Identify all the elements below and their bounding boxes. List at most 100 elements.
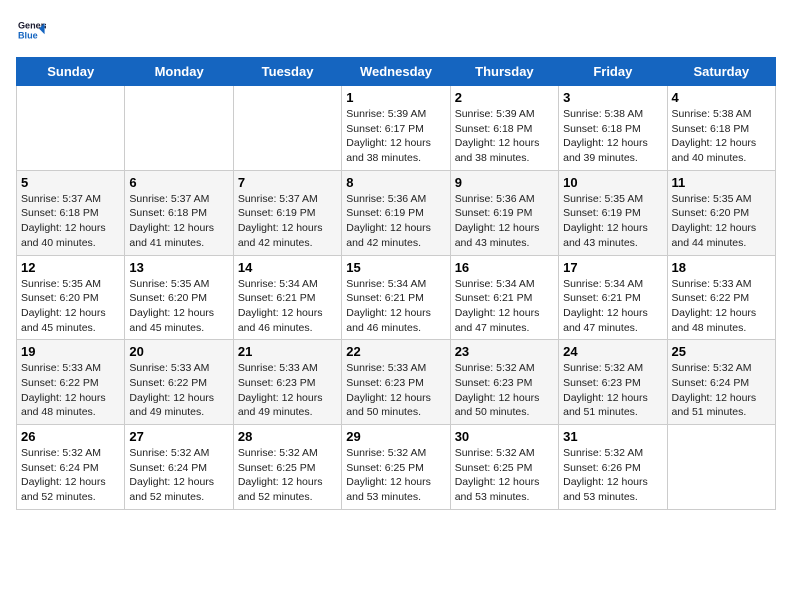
calendar-table: SundayMondayTuesdayWednesdayThursdayFrid… [16, 57, 776, 510]
day-number: 3 [563, 90, 662, 105]
calendar-cell: 31 Sunrise: 5:32 AM Sunset: 6:26 PM Dayli… [559, 425, 667, 510]
calendar-cell: 15 Sunrise: 5:34 AM Sunset: 6:21 PM Dayli… [342, 255, 450, 340]
day-content: Sunrise: 5:33 AM Sunset: 6:23 PM Dayligh… [238, 361, 337, 420]
day-content: Sunrise: 5:39 AM Sunset: 6:17 PM Dayligh… [346, 107, 445, 166]
calendar-cell: 28Sunrise: 5:32 AM Sunset: 6:25 PM Dayli… [233, 425, 341, 510]
day-number: 17 [563, 260, 662, 275]
day-number: 6 [129, 175, 228, 190]
day-content: Sunrise: 5:32 AM Sunset: 6:23 PM Dayligh… [563, 361, 662, 420]
calendar-cell: 12 Sunrise: 5:35 AM Sunset: 6:20 PM Dayli… [17, 255, 125, 340]
calendar-week-row: 5 Sunrise: 5:37 AM Sunset: 6:18 PM Daylig… [17, 170, 776, 255]
day-number: 4 [672, 90, 771, 105]
day-number: 1 [346, 90, 445, 105]
day-content: Sunrise: 5:32 AM Sunset: 6:25 PM Dayligh… [238, 446, 337, 505]
calendar-header-tuesday: Tuesday [233, 58, 341, 86]
day-number: 25 [672, 344, 771, 359]
calendar-cell: 14 Sunrise: 5:34 AM Sunset: 6:21 PM Dayli… [233, 255, 341, 340]
day-content: Sunrise: 5:34 AM Sunset: 6:21 PM Dayligh… [455, 277, 554, 336]
calendar-cell: 9Sunrise: 5:36 AM Sunset: 6:19 PM Daylig… [450, 170, 558, 255]
day-content: Sunrise: 5:39 AM Sunset: 6:18 PM Dayligh… [455, 107, 554, 166]
day-content: Sunrise: 5:32 AM Sunset: 6:23 PM Dayligh… [455, 361, 554, 420]
calendar-week-row: 19 Sunrise: 5:33 AM Sunset: 6:22 PM Dayli… [17, 340, 776, 425]
day-number: 14 [238, 260, 337, 275]
calendar-header-sunday: Sunday [17, 58, 125, 86]
calendar-cell: 5 Sunrise: 5:37 AM Sunset: 6:18 PM Daylig… [17, 170, 125, 255]
logo: General Blue [16, 16, 46, 49]
calendar-header-saturday: Saturday [667, 58, 775, 86]
day-number: 20 [129, 344, 228, 359]
day-number: 9 [455, 175, 554, 190]
day-content: Sunrise: 5:34 AM Sunset: 6:21 PM Dayligh… [238, 277, 337, 336]
day-number: 5 [21, 175, 120, 190]
day-number: 12 [21, 260, 120, 275]
day-number: 23 [455, 344, 554, 359]
calendar-cell: 16 Sunrise: 5:34 AM Sunset: 6:21 PM Dayli… [450, 255, 558, 340]
calendar-cell: 27Sunrise: 5:32 AM Sunset: 6:24 PM Dayli… [125, 425, 233, 510]
day-number: 16 [455, 260, 554, 275]
calendar-header-row: SundayMondayTuesdayWednesdayThursdayFrid… [17, 58, 776, 86]
day-number: 24 [563, 344, 662, 359]
day-content: Sunrise: 5:32 AM Sunset: 6:24 PM Dayligh… [672, 361, 771, 420]
calendar-cell: 30 Sunrise: 5:32 AM Sunset: 6:25 PM Dayli… [450, 425, 558, 510]
calendar-cell: 11 Sunrise: 5:35 AM Sunset: 6:20 PM Dayli… [667, 170, 775, 255]
general-blue-logo-icon: General Blue [18, 16, 46, 44]
calendar-cell: 21 Sunrise: 5:33 AM Sunset: 6:23 PM Dayli… [233, 340, 341, 425]
calendar-week-row: 1 Sunrise: 5:39 AM Sunset: 6:17 PM Daylig… [17, 86, 776, 171]
day-number: 19 [21, 344, 120, 359]
day-content: Sunrise: 5:32 AM Sunset: 6:25 PM Dayligh… [346, 446, 445, 505]
calendar-week-row: 26 Sunrise: 5:32 AM Sunset: 6:24 PM Dayli… [17, 425, 776, 510]
calendar-cell [667, 425, 775, 510]
calendar-cell: 25 Sunrise: 5:32 AM Sunset: 6:24 PM Dayli… [667, 340, 775, 425]
calendar-cell: 26 Sunrise: 5:32 AM Sunset: 6:24 PM Dayli… [17, 425, 125, 510]
day-number: 8 [346, 175, 445, 190]
day-number: 11 [672, 175, 771, 190]
day-number: 10 [563, 175, 662, 190]
calendar-cell: 6 Sunrise: 5:37 AM Sunset: 6:18 PM Daylig… [125, 170, 233, 255]
day-number: 15 [346, 260, 445, 275]
day-number: 22 [346, 344, 445, 359]
day-number: 21 [238, 344, 337, 359]
calendar-cell: 8 Sunrise: 5:36 AM Sunset: 6:19 PM Daylig… [342, 170, 450, 255]
calendar-cell [125, 86, 233, 171]
svg-text:Blue: Blue [18, 30, 38, 40]
calendar-cell: 3 Sunrise: 5:38 AM Sunset: 6:18 PM Daylig… [559, 86, 667, 171]
calendar-cell: 24 Sunrise: 5:32 AM Sunset: 6:23 PM Dayli… [559, 340, 667, 425]
calendar-cell: 13Sunrise: 5:35 AM Sunset: 6:20 PM Dayli… [125, 255, 233, 340]
calendar-cell: 18Sunrise: 5:33 AM Sunset: 6:22 PM Dayli… [667, 255, 775, 340]
day-content: Sunrise: 5:38 AM Sunset: 6:18 PM Dayligh… [563, 107, 662, 166]
calendar-cell: 20 Sunrise: 5:33 AM Sunset: 6:22 PM Dayli… [125, 340, 233, 425]
day-content: Sunrise: 5:35 AM Sunset: 6:20 PM Dayligh… [21, 277, 120, 336]
header: General Blue [16, 16, 776, 49]
day-content: Sunrise: 5:32 AM Sunset: 6:26 PM Dayligh… [563, 446, 662, 505]
calendar-cell: 22Sunrise: 5:33 AM Sunset: 6:23 PM Dayli… [342, 340, 450, 425]
day-content: Sunrise: 5:35 AM Sunset: 6:20 PM Dayligh… [672, 192, 771, 251]
day-content: Sunrise: 5:33 AM Sunset: 6:22 PM Dayligh… [21, 361, 120, 420]
day-content: Sunrise: 5:37 AM Sunset: 6:19 PM Dayligh… [238, 192, 337, 251]
day-number: 7 [238, 175, 337, 190]
calendar-cell: 10 Sunrise: 5:35 AM Sunset: 6:19 PM Dayli… [559, 170, 667, 255]
day-content: Sunrise: 5:36 AM Sunset: 6:19 PM Dayligh… [346, 192, 445, 251]
day-content: Sunrise: 5:32 AM Sunset: 6:24 PM Dayligh… [129, 446, 228, 505]
calendar-header-friday: Friday [559, 58, 667, 86]
day-number: 26 [21, 429, 120, 444]
day-number: 2 [455, 90, 554, 105]
day-content: Sunrise: 5:32 AM Sunset: 6:24 PM Dayligh… [21, 446, 120, 505]
day-content: Sunrise: 5:34 AM Sunset: 6:21 PM Dayligh… [346, 277, 445, 336]
calendar-cell [17, 86, 125, 171]
calendar-cell: 4Sunrise: 5:38 AM Sunset: 6:18 PM Daylig… [667, 86, 775, 171]
day-content: Sunrise: 5:33 AM Sunset: 6:22 PM Dayligh… [129, 361, 228, 420]
day-number: 30 [455, 429, 554, 444]
day-content: Sunrise: 5:34 AM Sunset: 6:21 PM Dayligh… [563, 277, 662, 336]
calendar-cell: 17 Sunrise: 5:34 AM Sunset: 6:21 PM Dayli… [559, 255, 667, 340]
day-content: Sunrise: 5:37 AM Sunset: 6:18 PM Dayligh… [21, 192, 120, 251]
day-content: Sunrise: 5:32 AM Sunset: 6:25 PM Dayligh… [455, 446, 554, 505]
calendar-header-monday: Monday [125, 58, 233, 86]
calendar-cell: 23 Sunrise: 5:32 AM Sunset: 6:23 PM Dayli… [450, 340, 558, 425]
calendar-cell: 2 Sunrise: 5:39 AM Sunset: 6:18 PM Daylig… [450, 86, 558, 171]
day-content: Sunrise: 5:35 AM Sunset: 6:19 PM Dayligh… [563, 192, 662, 251]
day-number: 31 [563, 429, 662, 444]
day-content: Sunrise: 5:37 AM Sunset: 6:18 PM Dayligh… [129, 192, 228, 251]
calendar-header-wednesday: Wednesday [342, 58, 450, 86]
calendar-cell [233, 86, 341, 171]
day-content: Sunrise: 5:33 AM Sunset: 6:22 PM Dayligh… [672, 277, 771, 336]
